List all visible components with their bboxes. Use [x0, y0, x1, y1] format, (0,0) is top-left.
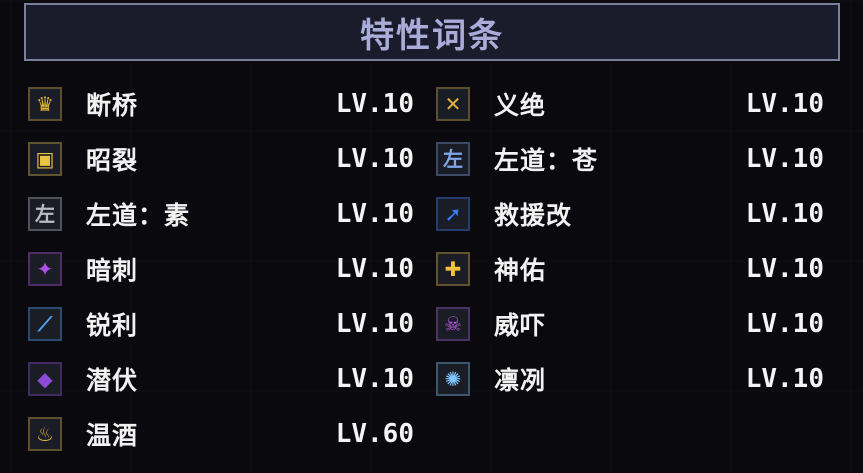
demon-skull-icon: ☠	[436, 306, 470, 341]
trait-name: 暗刺	[86, 255, 139, 285]
traits-panel: 特性词条 ♛ 断桥 LV.10 ▣ 昭裂 LV.10 左左道：素 LV.10 ✦ 暗刺 LV.10 ⟋…	[0, 0, 863, 473]
trait-row[interactable]: ♨ 温酒 LV.60	[28, 406, 420, 461]
trait-row[interactable]: ◆ 潜伏 LV.10	[28, 351, 420, 406]
trait-level: LV.10	[335, 198, 414, 229]
trait-name: 潜伏	[86, 365, 139, 395]
trait-level: LV.10	[335, 88, 414, 119]
trait-level: LV.10	[745, 253, 824, 284]
trait-row[interactable]: ☠ 威吓 LV.10	[436, 296, 828, 351]
right-trait-column: ✕ 义绝 LV.10 左左道：苍 LV.10 ➚ 救援改 LV.10 ✚ 神佑 LV.10 ☠ 威吓 LV…	[436, 76, 828, 406]
trait-level: LV.10	[335, 308, 414, 339]
trait-level: LV.10	[745, 198, 824, 229]
trait-row[interactable]: 左左道：苍 LV.10	[436, 131, 828, 186]
holy-cross-icon: ✚	[436, 251, 470, 286]
trait-level: LV.10	[335, 253, 414, 284]
trait-row[interactable]: ✚ 神佑 LV.10	[436, 241, 828, 296]
trait-level: LV.10	[745, 143, 824, 174]
trait-level: LV.10	[745, 363, 824, 394]
trait-level: LV.10	[335, 363, 414, 394]
crossed-swords-icon: ✕	[436, 86, 470, 121]
trait-row[interactable]: ✕ 义绝 LV.10	[436, 76, 828, 131]
trait-name: 温酒	[86, 420, 139, 450]
trait-level: LV.10	[335, 143, 414, 174]
trait-name: 左道：苍	[494, 145, 599, 175]
trait-name: 救援改	[494, 200, 573, 230]
trait-row[interactable]: ✦ 暗刺 LV.10	[28, 241, 420, 296]
rescue-icon: ➚	[436, 196, 470, 231]
trait-name: 凛冽	[494, 365, 547, 395]
lurk-icon: ◆	[28, 361, 62, 396]
trait-name: 威吓	[494, 310, 547, 340]
trait-name: 神佑	[494, 255, 547, 285]
trait-name: 锐利	[86, 310, 139, 340]
trait-level: LV.10	[745, 88, 824, 119]
trait-row[interactable]: ♛ 断桥 LV.10	[28, 76, 420, 131]
panel-title: 特性词条	[360, 15, 504, 56]
trait-level: LV.60	[335, 418, 414, 449]
trait-name: 断桥	[86, 90, 139, 120]
crown-icon: ♛	[28, 86, 62, 121]
trait-name: 义绝	[494, 90, 547, 120]
trait-row[interactable]: ▣ 昭裂 LV.10	[28, 131, 420, 186]
trait-name: 左道：素	[86, 200, 191, 230]
trait-level: LV.10	[745, 308, 824, 339]
left-trait-column: ♛ 断桥 LV.10 ▣ 昭裂 LV.10 左左道：素 LV.10 ✦ 暗刺 LV.10 ⟋ 锐利 LV.…	[28, 76, 420, 461]
title-bar: 特性词条	[24, 3, 840, 61]
trait-row[interactable]: ➚ 救援改 LV.10	[436, 186, 828, 241]
trait-row[interactable]: ✺ 凛冽 LV.10	[436, 351, 828, 406]
path-rune-blue-icon: 左	[436, 141, 470, 176]
path-rune-icon: 左	[28, 196, 62, 231]
scroll-icon: ▣	[28, 141, 62, 176]
trait-name: 昭裂	[86, 145, 139, 175]
trait-row[interactable]: ⟋ 锐利 LV.10	[28, 296, 420, 351]
trait-row[interactable]: 左左道：素 LV.10	[28, 186, 420, 241]
frost-burst-icon: ✺	[436, 361, 470, 396]
wine-cup-icon: ♨	[28, 416, 62, 451]
blade-icon: ⟋	[28, 306, 62, 341]
shadow-spike-icon: ✦	[28, 251, 62, 286]
